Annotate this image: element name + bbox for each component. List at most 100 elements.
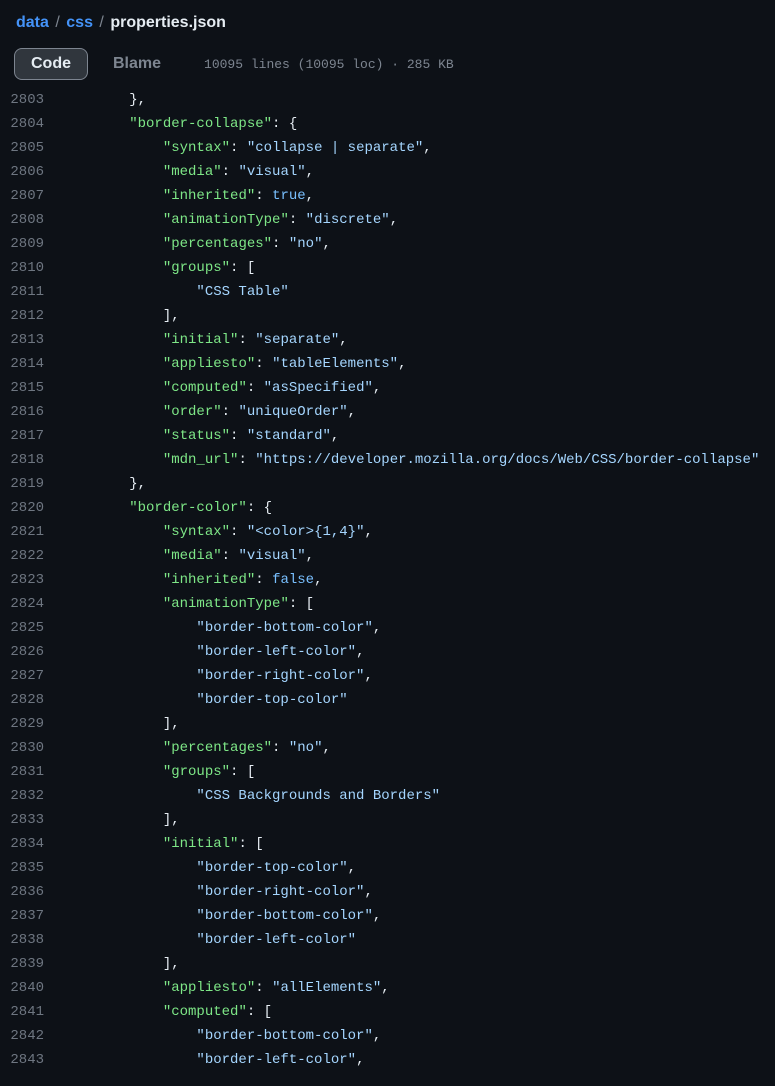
line-number[interactable]: 2837 [6,904,62,928]
code-line[interactable]: 2810 "groups": [ [6,256,769,280]
line-content: "computed": [ [62,1000,769,1024]
code-line[interactable]: 2829 ], [6,712,769,736]
code-line[interactable]: 2803 }, [6,88,769,112]
code-line[interactable]: 2837 "border-bottom-color", [6,904,769,928]
line-number[interactable]: 2830 [6,736,62,760]
tab-blame[interactable]: Blame [96,48,178,80]
code-line[interactable]: 2842 "border-bottom-color", [6,1024,769,1048]
code-line[interactable]: 2815 "computed": "asSpecified", [6,376,769,400]
code-line[interactable]: 2836 "border-right-color", [6,880,769,904]
line-number[interactable]: 2826 [6,640,62,664]
code-line[interactable]: 2807 "inherited": true, [6,184,769,208]
line-content: ], [62,808,769,832]
line-number[interactable]: 2813 [6,328,62,352]
line-number[interactable]: 2811 [6,280,62,304]
breadcrumb-separator: / [99,14,103,31]
code-line[interactable]: 2827 "border-right-color", [6,664,769,688]
line-number[interactable]: 2807 [6,184,62,208]
line-content: "percentages": "no", [62,232,769,256]
line-number[interactable]: 2831 [6,760,62,784]
code-line[interactable]: 2823 "inherited": false, [6,568,769,592]
code-line[interactable]: 2816 "order": "uniqueOrder", [6,400,769,424]
code-line[interactable]: 2839 ], [6,952,769,976]
line-number[interactable]: 2835 [6,856,62,880]
line-content: "border-top-color" [62,688,769,712]
line-number[interactable]: 2803 [6,88,62,112]
line-number[interactable]: 2834 [6,832,62,856]
code-line[interactable]: 2832 "CSS Backgrounds and Borders" [6,784,769,808]
code-line[interactable]: 2804 "border-collapse": { [6,112,769,136]
code-line[interactable]: 2809 "percentages": "no", [6,232,769,256]
line-number[interactable]: 2843 [6,1048,62,1072]
line-content: "border-right-color", [62,664,769,688]
line-number[interactable]: 2816 [6,400,62,424]
line-number[interactable]: 2805 [6,136,62,160]
line-number[interactable]: 2808 [6,208,62,232]
line-number[interactable]: 2841 [6,1000,62,1024]
line-number[interactable]: 2804 [6,112,62,136]
line-number[interactable]: 2833 [6,808,62,832]
code-line[interactable]: 2821 "syntax": "<color>{1,4}", [6,520,769,544]
code-line[interactable]: 2819 }, [6,472,769,496]
line-number[interactable]: 2810 [6,256,62,280]
tab-code[interactable]: Code [14,48,88,80]
code-line[interactable]: 2814 "appliesto": "tableElements", [6,352,769,376]
line-number[interactable]: 2828 [6,688,62,712]
breadcrumb-link-css[interactable]: css [66,14,93,31]
code-view[interactable]: 2803 },2804 "border-collapse": {2805 "sy… [6,86,769,1080]
line-number[interactable]: 2818 [6,448,62,472]
code-line[interactable]: 2806 "media": "visual", [6,160,769,184]
code-line[interactable]: 2813 "initial": "separate", [6,328,769,352]
line-number[interactable]: 2827 [6,664,62,688]
code-line[interactable]: 2817 "status": "standard", [6,424,769,448]
code-line[interactable]: 2834 "initial": [ [6,832,769,856]
line-number[interactable]: 2817 [6,424,62,448]
line-number[interactable]: 2821 [6,520,62,544]
code-line[interactable]: 2828 "border-top-color" [6,688,769,712]
breadcrumb-link-data[interactable]: data [16,14,49,31]
tab-bar: Code Blame 10095 lines (10095 loc) · 285… [6,38,769,86]
line-content: "border-bottom-color", [62,1024,769,1048]
code-line[interactable]: 2830 "percentages": "no", [6,736,769,760]
line-number[interactable]: 2820 [6,496,62,520]
code-line[interactable]: 2833 ], [6,808,769,832]
code-line[interactable]: 2838 "border-left-color" [6,928,769,952]
code-line[interactable]: 2811 "CSS Table" [6,280,769,304]
line-number[interactable]: 2842 [6,1024,62,1048]
code-line[interactable]: 2826 "border-left-color", [6,640,769,664]
code-line[interactable]: 2831 "groups": [ [6,760,769,784]
code-line[interactable]: 2805 "syntax": "collapse | separate", [6,136,769,160]
code-line[interactable]: 2825 "border-bottom-color", [6,616,769,640]
line-number[interactable]: 2823 [6,568,62,592]
line-number[interactable]: 2832 [6,784,62,808]
line-number[interactable]: 2809 [6,232,62,256]
line-number[interactable]: 2812 [6,304,62,328]
code-line[interactable]: 2808 "animationType": "discrete", [6,208,769,232]
line-number[interactable]: 2814 [6,352,62,376]
code-line[interactable]: 2835 "border-top-color", [6,856,769,880]
line-content: ], [62,952,769,976]
line-number[interactable]: 2819 [6,472,62,496]
code-line[interactable]: 2843 "border-left-color", [6,1048,769,1072]
line-number[interactable]: 2838 [6,928,62,952]
line-number[interactable]: 2815 [6,376,62,400]
code-line[interactable]: 2841 "computed": [ [6,1000,769,1024]
line-content: "animationType": [ [62,592,769,616]
code-line[interactable]: 2822 "media": "visual", [6,544,769,568]
line-number[interactable]: 2806 [6,160,62,184]
code-line[interactable]: 2818 "mdn_url": "https://developer.mozil… [6,448,769,472]
code-line[interactable]: 2812 ], [6,304,769,328]
line-content: "groups": [ [62,760,769,784]
line-content: "order": "uniqueOrder", [62,400,769,424]
line-number[interactable]: 2822 [6,544,62,568]
line-number[interactable]: 2839 [6,952,62,976]
line-number[interactable]: 2829 [6,712,62,736]
code-line[interactable]: 2840 "appliesto": "allElements", [6,976,769,1000]
code-line[interactable]: 2824 "animationType": [ [6,592,769,616]
line-number[interactable]: 2836 [6,880,62,904]
line-number[interactable]: 2825 [6,616,62,640]
line-content: "syntax": "collapse | separate", [62,136,769,160]
code-line[interactable]: 2820 "border-color": { [6,496,769,520]
line-number[interactable]: 2840 [6,976,62,1000]
line-number[interactable]: 2824 [6,592,62,616]
